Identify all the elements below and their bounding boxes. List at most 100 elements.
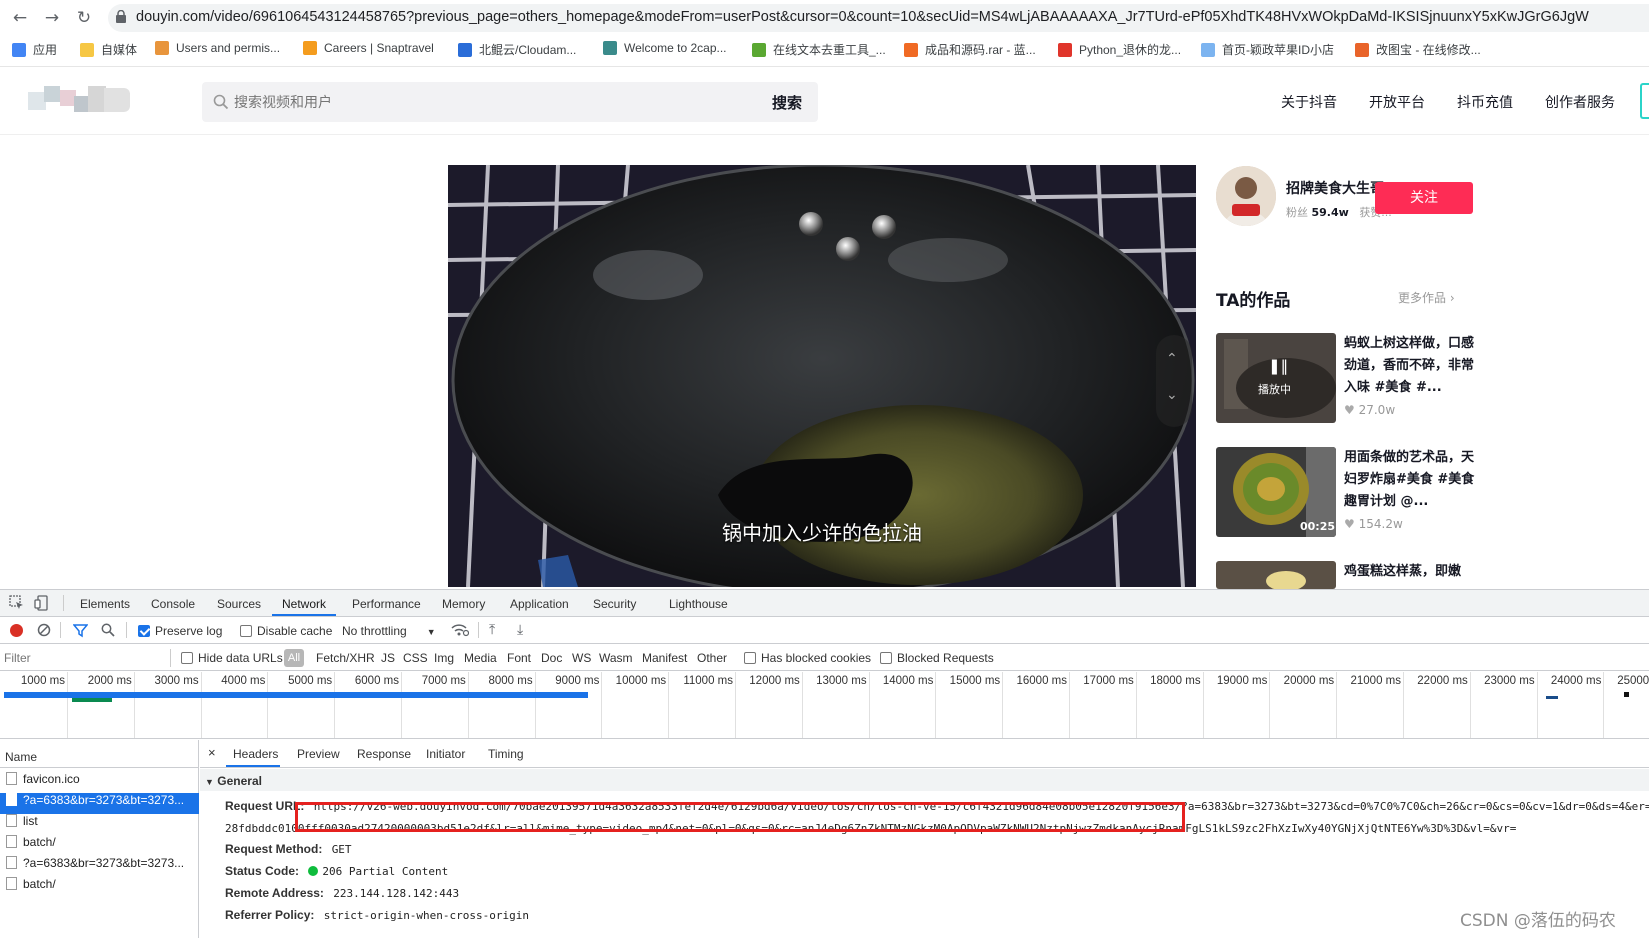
filter-img[interactable]: Img (434, 651, 454, 665)
filter-other[interactable]: Other (697, 651, 727, 665)
blocked-requests-checkbox[interactable]: Blocked Requests (880, 651, 994, 665)
request-row[interactable]: ?a=6383&br=3273&bt=3273... (0, 856, 199, 877)
filter-media[interactable]: Media (464, 651, 497, 665)
inspect-icon[interactable] (9, 595, 25, 611)
checkbox[interactable] (240, 625, 252, 637)
bookmark-item[interactable]: 应用 (12, 41, 57, 58)
author-avatar[interactable] (1216, 166, 1276, 226)
bookmark-item[interactable]: Welcome to 2cap... (603, 41, 727, 55)
tab-headers[interactable]: Headers (233, 747, 278, 761)
clear-icon[interactable] (37, 623, 51, 642)
nav-creator-services[interactable]: 创作者服务 (1545, 92, 1615, 112)
bookmark-item[interactable]: Careers | Snaptravel (303, 41, 434, 55)
search-input[interactable] (234, 82, 714, 122)
work-title[interactable]: 蚂蚁上树这样做，口感劲道，香而不碎，非常入味 #美食 #... (1344, 333, 1476, 399)
timeline-tick-label: 11000 ms (683, 675, 733, 687)
bookmark-item[interactable]: 北鲲云/Cloudam... (458, 41, 576, 58)
filter-ws[interactable]: WS (572, 651, 591, 665)
tab-performance[interactable]: Performance (352, 597, 421, 611)
hide-data-urls-checkbox[interactable]: Hide data URLs (181, 651, 283, 665)
work-thumbnail[interactable]: 00:25 (1216, 447, 1336, 537)
checkbox[interactable] (744, 652, 756, 664)
chevron-down-icon[interactable]: ⌄ (1166, 387, 1178, 403)
work-item[interactable]: 00:25 用面条做的艺术品，天妇罗炸扇#美食 #美食趣胃计划 @... ♥ 1… (1216, 447, 1476, 539)
filter-css[interactable]: CSS (403, 651, 428, 665)
checkbox[interactable] (880, 652, 892, 664)
filter-wasm[interactable]: Wasm (599, 651, 633, 665)
tab-response[interactable]: Response (357, 747, 411, 761)
video-switch-controls[interactable]: ⌃ ⌄ (1156, 335, 1192, 427)
checkbox[interactable] (181, 652, 193, 664)
more-works-label[interactable]: 更多作品 (1398, 291, 1446, 305)
throttling-select[interactable]: No throttling ▼ (342, 624, 436, 638)
device-toolbar-icon[interactable] (34, 595, 50, 611)
network-timeline-overview[interactable]: 1000 ms 2000 ms 3000 ms 4000 ms 5000 ms 6000 … (0, 672, 1649, 739)
video-player[interactable]: 锅中加入少许的色拉油 ⌃ ⌄ (448, 165, 1196, 587)
nav-coin-recharge[interactable]: 抖币充值 (1457, 92, 1513, 112)
tab-memory[interactable]: Memory (442, 597, 485, 611)
address-bar[interactable]: douyin.com/video/6961064543124458765?pre… (108, 4, 1649, 32)
filter-fetch-xhr[interactable]: Fetch/XHR (316, 651, 375, 665)
reload-icon[interactable]: ↻ (72, 6, 96, 30)
filter-doc[interactable]: Doc (541, 651, 562, 665)
search-button[interactable]: 搜索 (772, 92, 802, 113)
close-icon[interactable]: × (208, 745, 216, 760)
follow-button[interactable]: 关注 (1375, 182, 1473, 214)
tab-network[interactable]: Network (282, 597, 326, 611)
forward-icon[interactable]: → (40, 6, 64, 30)
chevron-up-icon[interactable]: ⌃ (1166, 351, 1178, 367)
douyin-logo[interactable] (28, 86, 130, 116)
checkbox-checked[interactable] (138, 625, 150, 637)
import-har-icon[interactable]: ⤒ (489, 621, 495, 638)
general-section-header[interactable]: ▼ General (200, 769, 1649, 791)
tab-application[interactable]: Application (510, 597, 569, 611)
request-row[interactable]: favicon.ico (0, 772, 199, 793)
has-blocked-cookies-checkbox[interactable]: Has blocked cookies (744, 651, 871, 665)
network-conditions-icon[interactable] (451, 623, 470, 642)
tab-elements[interactable]: Elements (80, 597, 130, 611)
bookmark-item[interactable]: Python_退休的龙... (1058, 41, 1181, 58)
work-thumbnail[interactable] (1216, 561, 1336, 589)
filter-icon[interactable] (72, 623, 89, 643)
filter-all[interactable]: All (284, 649, 304, 667)
tab-timing[interactable]: Timing (488, 747, 524, 761)
nav-open-platform[interactable]: 开放平台 (1369, 92, 1425, 112)
bookmark-item[interactable]: 在线文本去重工具_... (752, 41, 886, 58)
request-row[interactable]: ?a=6383&br=3273&bt=3273... (0, 793, 199, 814)
work-title[interactable]: 鸡蛋糕这样蒸，即嫩 (1344, 561, 1476, 583)
bookmark-item[interactable]: 改图宝 - 在线修改... (1355, 41, 1481, 58)
record-icon[interactable] (10, 624, 23, 637)
work-thumbnail[interactable]: ❚‖ 播放中 (1216, 333, 1336, 423)
login-button[interactable] (1640, 83, 1649, 119)
filter-font[interactable]: Font (507, 651, 531, 665)
timeline-gridline (1269, 672, 1271, 738)
back-icon[interactable]: ← (8, 6, 32, 30)
tab-preview[interactable]: Preview (297, 747, 340, 761)
more-works-link[interactable]: 更多作品 › (1398, 289, 1455, 306)
tab-sources[interactable]: Sources (217, 597, 261, 611)
name-column-header[interactable]: Name (0, 740, 199, 768)
tab-console[interactable]: Console (151, 597, 195, 611)
author-name[interactable]: 招牌美食大生哥 (1286, 178, 1384, 198)
bookmark-item[interactable]: Users and permis... (155, 41, 280, 55)
work-item[interactable]: 鸡蛋糕这样蒸，即嫩 (1216, 561, 1476, 589)
work-item[interactable]: ❚‖ 播放中 蚂蚁上树这样做，口感劲道，香而不碎，非常入味 #美食 #... ♥… (1216, 333, 1476, 425)
request-row[interactable]: batch/ (0, 835, 199, 856)
export-har-icon[interactable]: ⤓ (517, 621, 523, 638)
tab-security[interactable]: Security (593, 597, 636, 611)
filter-manifest[interactable]: Manifest (642, 651, 687, 665)
request-row[interactable]: batch/ (0, 877, 199, 898)
work-title[interactable]: 用面条做的艺术品，天妇罗炸扇#美食 #美食趣胃计划 @... (1344, 447, 1476, 513)
tab-initiator[interactable]: Initiator (426, 747, 465, 761)
bookmark-item[interactable]: 自媒体 (80, 41, 137, 58)
search-icon[interactable] (101, 623, 115, 642)
request-row[interactable]: list (0, 814, 199, 835)
filter-js[interactable]: JS (381, 651, 395, 665)
bookmark-item[interactable]: 成品和源码.rar - 蓝... (904, 41, 1036, 58)
tab-lighthouse[interactable]: Lighthouse (669, 597, 728, 611)
filter-input[interactable] (4, 649, 164, 667)
preserve-log-checkbox[interactable]: Preserve log (138, 624, 222, 638)
bookmark-item[interactable]: 首页-颖政苹果ID小店 (1201, 41, 1334, 58)
nav-about-douyin[interactable]: 关于抖音 (1281, 92, 1337, 112)
disable-cache-checkbox[interactable]: Disable cache (240, 624, 332, 638)
